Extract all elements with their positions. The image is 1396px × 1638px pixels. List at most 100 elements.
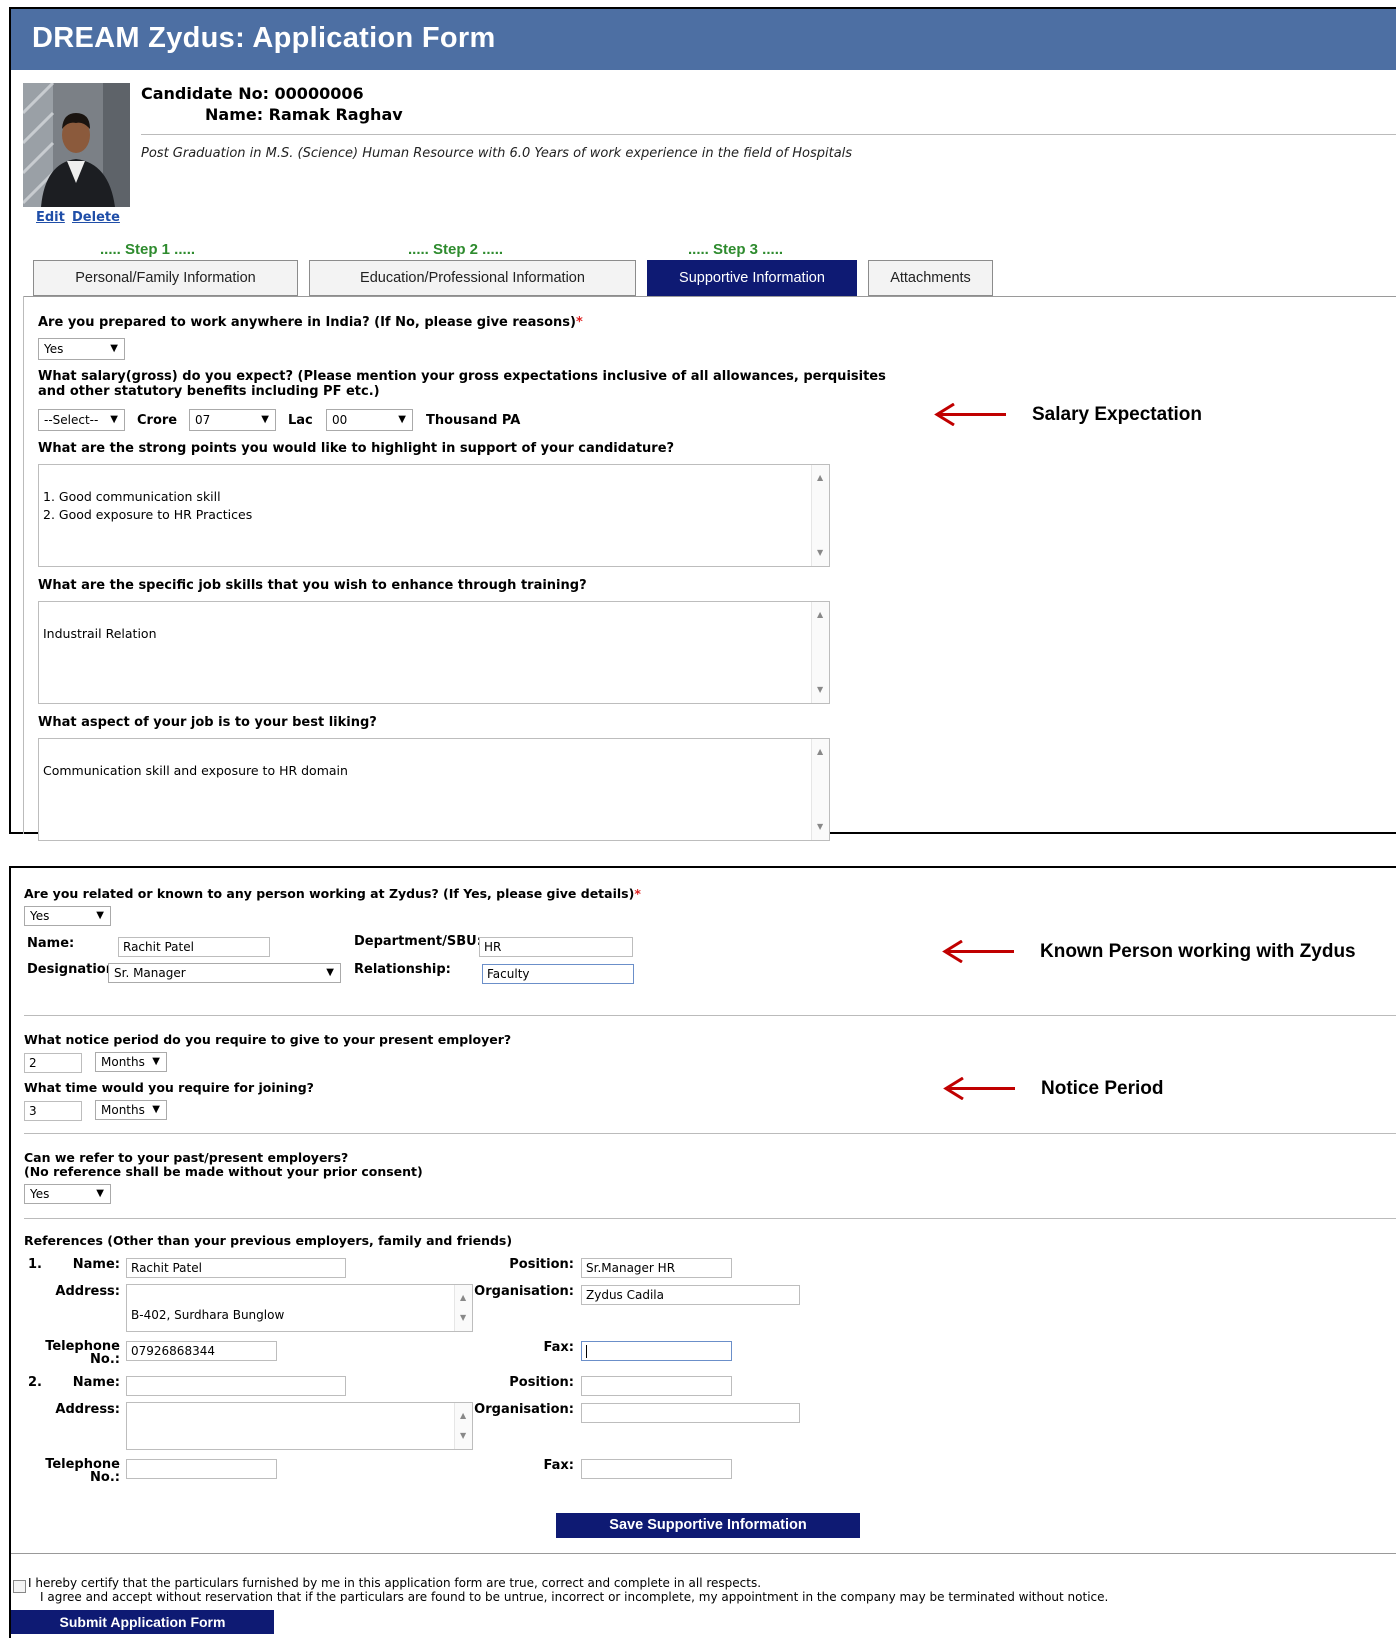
job-liking-textarea[interactable]: Communication skill and exposure to HR d… <box>38 738 830 841</box>
textarea-scrollbar[interactable]: ▲ ▼ <box>811 739 829 840</box>
thousand-pa-label: Thousand PA <box>426 413 521 428</box>
ref-2-position-input[interactable] <box>581 1376 732 1396</box>
ref-1-position-input[interactable]: Sr.Manager HR <box>581 1258 732 1278</box>
salary-select-value: --Select-- <box>44 413 99 427</box>
scroll-up-icon[interactable]: ▲ <box>817 743 823 761</box>
refer-value: Yes <box>30 1187 50 1201</box>
question-work-anywhere-text: Are you prepared to work anywhere in Ind… <box>38 315 576 330</box>
divider <box>141 134 1396 135</box>
crore-select[interactable]: 07 ▼ <box>189 409 276 431</box>
step-3-label: ..... Step 3 ..... <box>688 241 784 258</box>
question-related-person: Are you related or known to any person w… <box>24 886 641 901</box>
ref-2-organisation-label: Organisation: <box>474 1402 574 1417</box>
annotation-notice-period: Notice Period <box>1041 1078 1164 1099</box>
references-title: References (Other than your previous emp… <box>24 1233 513 1248</box>
lac-select[interactable]: 00 ▼ <box>326 409 413 431</box>
notice-period-input[interactable]: 2 <box>24 1053 82 1073</box>
ref-2-telephone-label: Telephone No.: <box>40 1458 120 1484</box>
candidate-summary: Post Graduation in M.S. (Science) Human … <box>141 146 853 161</box>
work-anywhere-value: Yes <box>44 342 64 356</box>
refer-select[interactable]: Yes ▼ <box>24 1184 111 1204</box>
scroll-up-icon[interactable]: ▲ <box>460 1407 466 1425</box>
scroll-down-icon[interactable]: ▼ <box>817 818 823 836</box>
scroll-down-icon[interactable]: ▼ <box>817 681 823 699</box>
chevron-down-icon: ▼ <box>152 1056 160 1067</box>
scroll-up-icon[interactable]: ▲ <box>460 1289 466 1307</box>
lac-label: Lac <box>288 413 313 428</box>
joining-unit-select[interactable]: Months ▼ <box>95 1100 167 1120</box>
known-relationship-input[interactable]: Faculty <box>482 964 634 984</box>
ref-1-telephone-label: Telephone No.: <box>40 1340 120 1366</box>
chevron-down-icon: ▼ <box>326 967 334 978</box>
related-select[interactable]: Yes ▼ <box>24 906 111 926</box>
ref-2-name-input[interactable] <box>126 1376 346 1396</box>
notice-unit-select[interactable]: Months ▼ <box>95 1052 167 1072</box>
crore-label: Crore <box>137 413 178 428</box>
ref-1-address-textarea[interactable]: B-402, Surdhara Bunglow ▲ ▼ <box>126 1284 473 1332</box>
certify-checkbox[interactable] <box>13 1580 26 1593</box>
submit-application-form-button[interactable]: Submit Application Form <box>11 1610 274 1634</box>
known-designation-select[interactable]: Sr. Manager ▼ <box>108 963 341 983</box>
arrow-left-icon <box>934 403 955 426</box>
known-department-input[interactable]: HR <box>479 937 633 957</box>
salary-select[interactable]: --Select-- ▼ <box>38 409 125 431</box>
save-supportive-information-button[interactable]: Save Supportive Information <box>556 1513 860 1538</box>
work-anywhere-select[interactable]: Yes ▼ <box>38 338 125 360</box>
textarea-scrollbar[interactable]: ▲ ▼ <box>811 602 829 703</box>
question-salary-line1: What salary(gross) do you expect? (Pleas… <box>38 369 886 384</box>
delete-link[interactable]: Delete <box>72 210 120 225</box>
ref-1-telephone-input[interactable]: 07926868344 <box>126 1341 277 1361</box>
edit-link[interactable]: Edit <box>36 210 65 225</box>
content-border <box>23 296 24 834</box>
tab-personal-family[interactable]: Personal/Family Information <box>33 260 298 296</box>
step-1-label: ..... Step 1 ..... <box>100 241 196 258</box>
ref-2-fax-input[interactable] <box>581 1459 732 1479</box>
question-related-person-text: Are you related or known to any person w… <box>24 886 635 901</box>
textarea-scrollbar[interactable]: ▲ ▼ <box>811 465 829 566</box>
divider <box>11 1553 1396 1554</box>
step-2-label: ..... Step 2 ..... <box>408 241 504 258</box>
required-marker: * <box>575 315 583 330</box>
ref-1-address-value: B-402, Surdhara Bunglow <box>131 1308 285 1322</box>
tab-supportive-information[interactable]: Supportive Information <box>647 260 857 296</box>
ref-1-organisation-label: Organisation: <box>474 1284 574 1299</box>
ref-2-name-label: Name: <box>72 1375 120 1390</box>
scroll-down-icon[interactable]: ▼ <box>817 544 823 562</box>
question-refer-line2: (No reference shall be made without your… <box>24 1164 423 1179</box>
chevron-down-icon: ▼ <box>110 343 118 354</box>
joining-time-input[interactable]: 3 <box>24 1101 82 1121</box>
known-department-label: Department/SBU: <box>354 934 482 949</box>
ref-1-name-input[interactable]: Rachit Patel <box>126 1258 346 1278</box>
ref-2-address-textarea[interactable]: ▲ ▼ <box>126 1402 473 1450</box>
question-notice-period: What notice period do you require to giv… <box>24 1032 512 1047</box>
crore-value: 07 <box>195 413 211 427</box>
ref-2-organisation-input[interactable] <box>581 1403 800 1423</box>
question-refer-line1: Can we refer to your past/present employ… <box>24 1150 349 1165</box>
joining-unit-value: Months <box>101 1103 145 1117</box>
known-name-input[interactable]: Rachit Patel <box>118 937 270 957</box>
lac-value: 00 <box>332 413 348 427</box>
divider <box>24 1015 1396 1016</box>
strong-points-textarea[interactable]: 1. Good communication skill 2. Good expo… <box>38 464 830 567</box>
text-cursor <box>586 1345 587 1358</box>
scroll-up-icon[interactable]: ▲ <box>817 606 823 624</box>
ref-1-fax-input[interactable] <box>581 1341 732 1361</box>
question-strong-points: What are the strong points you would lik… <box>38 441 675 456</box>
ref-2-address-label: Address: <box>55 1402 120 1417</box>
candidate-number: Candidate No: 00000006 <box>141 84 364 103</box>
ref-1-organisation-input[interactable]: Zydus Cadila <box>581 1285 800 1305</box>
required-marker: * <box>634 886 641 901</box>
chevron-down-icon: ▼ <box>261 414 269 425</box>
tab-attachments[interactable]: Attachments <box>868 260 993 296</box>
job-skills-textarea[interactable]: Industrail Relation ▲ ▼ <box>38 601 830 704</box>
known-relationship-label: Relationship: <box>354 962 451 977</box>
scroll-down-icon[interactable]: ▼ <box>460 1427 466 1445</box>
scroll-up-icon[interactable]: ▲ <box>817 469 823 487</box>
scroll-down-icon[interactable]: ▼ <box>460 1309 466 1327</box>
tab-education-professional[interactable]: Education/Professional Information <box>309 260 636 296</box>
job-liking-value: Communication skill and exposure to HR d… <box>43 763 348 778</box>
chevron-down-icon: ▼ <box>152 1104 160 1115</box>
tab-underline <box>23 296 1396 297</box>
ref-2-telephone-input[interactable] <box>126 1459 277 1479</box>
certify-text-line2: I agree and accept without reservation t… <box>40 1590 1109 1604</box>
